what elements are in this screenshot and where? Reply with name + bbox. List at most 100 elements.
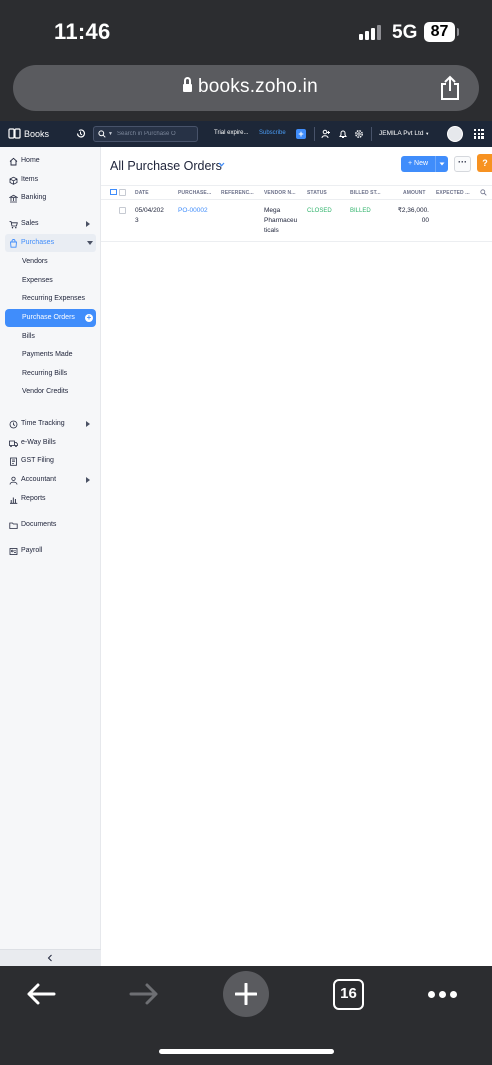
sidebar-item-payments-made[interactable]: Payments Made (22, 351, 73, 358)
chevron-left-icon (47, 954, 52, 962)
plus-icon (235, 983, 257, 1005)
row-amount: ₹2,36,000. 00 (397, 207, 429, 224)
search-scope-chevron-icon[interactable]: ▼ (108, 131, 113, 137)
column-status[interactable]: STATUS (307, 190, 327, 196)
expand-arrow-icon (86, 221, 90, 227)
row-purchase-order-link[interactable]: PO-00002 (178, 206, 208, 216)
row-vendor-name: Mega Pharmaceu ticals (264, 207, 298, 234)
header-divider-2 (371, 127, 372, 141)
sidebar: Home Items Banking Sales Purchases Vendo… (0, 147, 101, 966)
payroll-icon (9, 548, 18, 555)
sidebar-item-payroll[interactable]: Payroll (0, 542, 101, 560)
sidebar-item-recurring-expenses[interactable]: Recurring Expenses (22, 295, 85, 302)
battery-icon: 87 (424, 22, 455, 42)
forward-arrow-icon[interactable] (129, 982, 159, 1006)
url-text[interactable]: books.zoho.in (198, 76, 318, 98)
collapse-arrow-icon (87, 241, 93, 245)
back-arrow-icon[interactable] (26, 982, 56, 1006)
column-purchase-order[interactable]: PURCHASE... (178, 190, 211, 196)
app-name[interactable]: Books (24, 129, 49, 139)
address-bar[interactable]: books.zoho.in (13, 65, 479, 111)
sidebar-item-purchases[interactable]: Purchases (5, 234, 96, 252)
recent-activity-icon[interactable] (75, 128, 86, 139)
sidebar-item-items[interactable]: Items (0, 171, 101, 189)
org-chevron-down-icon: ▼ (425, 131, 430, 136)
sidebar-item-e-way-bills[interactable]: e-Way Bills (0, 434, 101, 452)
sidebar-item-label: Purchase Orders (22, 314, 75, 321)
bank-icon (9, 194, 18, 203)
add-purchase-order-icon[interactable]: + (85, 314, 93, 322)
column-date[interactable]: DATE (135, 190, 149, 196)
column-settings-icon[interactable] (110, 189, 117, 195)
user-icon (9, 476, 18, 485)
sidebar-item-purchase-orders[interactable]: Purchase Orders + (5, 309, 96, 327)
view-chevron-down-icon[interactable] (218, 162, 225, 167)
sidebar-item-sales[interactable]: Sales (0, 215, 101, 233)
new-tab-button[interactable] (223, 971, 269, 1017)
signal-icon (359, 24, 383, 40)
sidebar-collapse-button[interactable] (0, 949, 101, 966)
browser-toolbar: 16 (0, 966, 492, 1065)
chevron-down-icon (439, 162, 445, 166)
sidebar-item-banking[interactable]: Banking (0, 189, 101, 207)
box-icon (9, 176, 18, 185)
sidebar-item-home[interactable]: Home (0, 152, 101, 170)
bell-icon[interactable] (338, 129, 348, 139)
status-time: 11:46 (54, 19, 111, 44)
row-date: 05/04/202 3 (135, 207, 164, 224)
books-logo-icon[interactable] (8, 127, 21, 140)
quick-create-icon[interactable]: + (296, 129, 306, 139)
new-button[interactable]: + New (401, 156, 435, 172)
table-row[interactable]: 05/04/202 3 PO-00002 Mega Pharmaceu tica… (101, 200, 492, 242)
sidebar-item-bills[interactable]: Bills (22, 333, 35, 340)
sidebar-item-accountant[interactable]: Accountant (0, 471, 101, 489)
table-search-icon[interactable] (480, 189, 487, 196)
page-title[interactable]: All Purchase Orders (110, 159, 222, 173)
search-input[interactable] (117, 129, 195, 139)
column-vendor-name[interactable]: VENDOR N... (264, 190, 296, 196)
organization-name: JEMILA Pvt Ltd (379, 130, 424, 137)
new-button-label: New (414, 160, 429, 167)
column-expected-date[interactable]: EXPECTED ... (436, 190, 470, 196)
help-button[interactable]: ? (477, 154, 492, 172)
bar-chart-icon (10, 497, 18, 504)
sidebar-item-gst-filing[interactable]: GST Filing (0, 452, 101, 470)
row-checkbox[interactable] (119, 207, 126, 214)
battery-tip (457, 28, 459, 36)
sidebar-item-vendor-credits[interactable]: Vendor Credits (22, 388, 68, 395)
sidebar-item-vendors[interactable]: Vendors (22, 258, 48, 265)
sidebar-item-recurring-bills[interactable]: Recurring Bills (22, 370, 67, 377)
document-icon (10, 457, 17, 466)
column-billed-status[interactable]: BILLED ST... (350, 190, 381, 196)
new-dropdown-button[interactable] (435, 156, 448, 172)
organization-switcher[interactable]: JEMILA Pvt Ltd ▼ (379, 130, 429, 137)
column-reference[interactable]: REFERENC... (221, 190, 254, 196)
referral-icon[interactable] (321, 129, 331, 139)
select-all-checkbox[interactable] (119, 189, 126, 196)
browser-address-area: books.zoho.in (0, 62, 492, 120)
share-icon[interactable] (439, 75, 461, 101)
ellipsis-icon: ··· (458, 157, 467, 167)
table-header: DATE PURCHASE... REFERENC... VENDOR N...… (101, 185, 492, 200)
status-bar: 11:46 5G 87 (0, 0, 492, 62)
search-icon (98, 130, 106, 138)
cart-icon (9, 221, 18, 229)
sidebar-item-time-tracking[interactable]: Time Tracking (0, 415, 101, 433)
clock-icon (9, 420, 18, 429)
avatar[interactable] (447, 126, 463, 142)
tabs-button[interactable]: 16 (333, 979, 364, 1010)
column-amount[interactable]: AMOUNT (403, 190, 426, 196)
main-content: All Purchase Orders + New ··· ? DATE PUR… (101, 147, 492, 966)
gear-icon[interactable] (354, 129, 364, 139)
trial-status: Trial expire... (214, 130, 249, 136)
home-icon (9, 157, 18, 166)
expand-arrow-icon (86, 421, 90, 427)
sidebar-item-documents[interactable]: Documents (0, 516, 101, 534)
subscribe-link[interactable]: Subscribe (259, 130, 286, 136)
apps-grid-icon[interactable] (474, 129, 484, 139)
network-type: 5G (392, 22, 418, 43)
search-box[interactable]: ▼ (93, 126, 198, 142)
more-options-button[interactable]: ··· (454, 156, 471, 172)
sidebar-item-reports[interactable]: Reports (0, 490, 101, 508)
sidebar-item-expenses[interactable]: Expenses (22, 277, 53, 284)
